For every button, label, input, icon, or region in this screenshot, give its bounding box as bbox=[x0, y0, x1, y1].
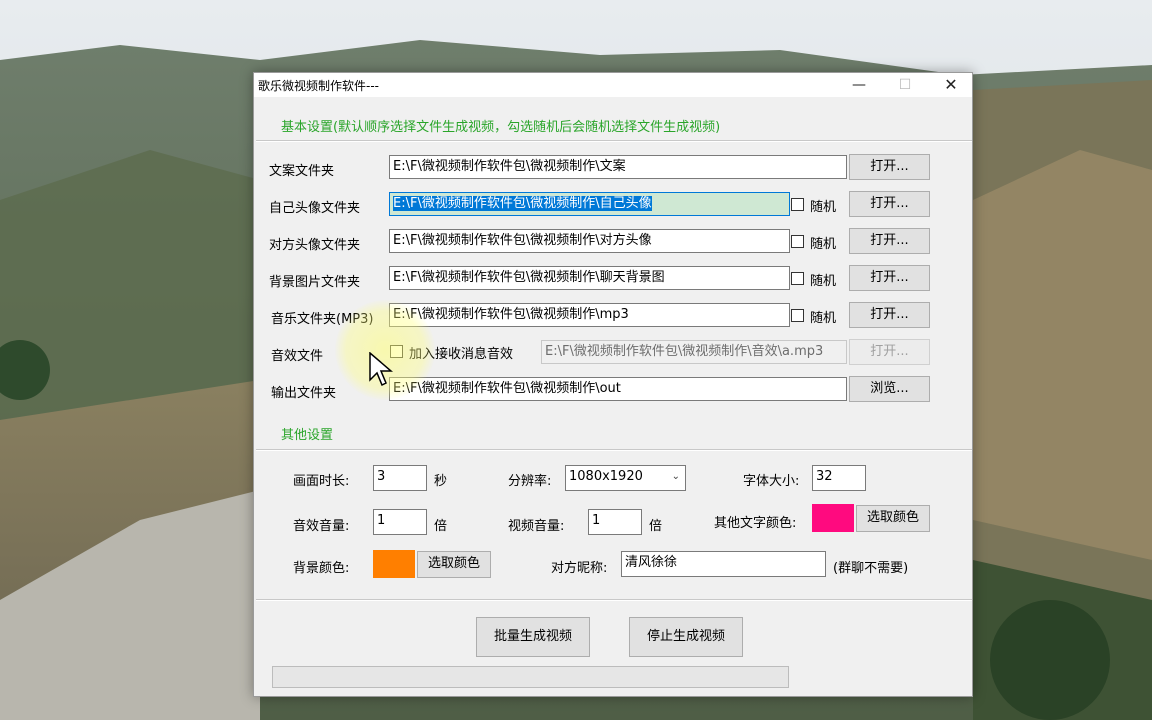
bg-image-open-button[interactable]: 打开... bbox=[849, 265, 930, 291]
peer-avatar-folder-input[interactable]: E:\F\微视频制作软件包\微视频制作\对方头像 bbox=[389, 229, 790, 253]
own-avatar-random-label: 随机 bbox=[810, 200, 837, 215]
add-receive-sfx-label: 加入接收消息音效 bbox=[409, 347, 514, 362]
peer-nickname-label: 对方昵称: bbox=[551, 561, 608, 576]
peer-nickname-input[interactable]: 清风徐徐 bbox=[621, 551, 826, 577]
sfx-volume-unit: 倍 bbox=[434, 519, 448, 534]
bg-image-random-label: 随机 bbox=[810, 274, 837, 289]
font-size-input[interactable]: 32 bbox=[812, 465, 866, 491]
progress-bar bbox=[272, 666, 789, 688]
music-folder-label: 音乐文件夹(MP3) bbox=[271, 312, 374, 327]
other-settings-header: 其他设置 bbox=[281, 428, 334, 443]
batch-generate-button[interactable]: 批量生成视频 bbox=[476, 617, 590, 657]
video-volume-input[interactable]: 1 bbox=[588, 509, 642, 535]
peer-avatar-random-checkbox[interactable] bbox=[791, 235, 804, 248]
video-volume-unit: 倍 bbox=[649, 519, 663, 534]
mouse-cursor-icon bbox=[369, 352, 393, 387]
copy-folder-input[interactable]: E:\F\微视频制作软件包\微视频制作\文案 bbox=[389, 155, 847, 179]
sfx-file-label: 音效文件 bbox=[271, 349, 324, 364]
divider bbox=[256, 599, 972, 601]
bg-color-swatch bbox=[373, 550, 415, 578]
music-folder-input[interactable]: E:\F\微视频制作软件包\微视频制作\mp3 bbox=[389, 303, 790, 327]
other-text-color-pick-button[interactable]: 选取颜色 bbox=[856, 505, 930, 532]
bg-image-random-checkbox[interactable] bbox=[791, 272, 804, 285]
output-folder-input[interactable]: E:\F\微视频制作软件包\微视频制作\out bbox=[389, 377, 847, 401]
bg-color-pick-button[interactable]: 选取颜色 bbox=[417, 551, 491, 578]
font-size-label: 字体大小: bbox=[743, 474, 800, 489]
sfx-volume-label: 音效音量: bbox=[293, 519, 350, 534]
duration-input[interactable]: 3 bbox=[373, 465, 427, 491]
stop-generate-button[interactable]: 停止生成视频 bbox=[629, 617, 743, 657]
maximize-button[interactable]: ☐ bbox=[882, 73, 928, 97]
output-folder-label: 输出文件夹 bbox=[271, 386, 337, 401]
bg-image-folder-input[interactable]: E:\F\微视频制作软件包\微视频制作\聊天背景图 bbox=[389, 266, 790, 290]
bg-image-folder-label: 背景图片文件夹 bbox=[269, 275, 361, 290]
sfx-file-input[interactable]: E:\F\微视频制作软件包\微视频制作\音效\a.mp3 bbox=[541, 340, 847, 364]
peer-avatar-random-label: 随机 bbox=[810, 237, 837, 252]
bg-color-label: 背景颜色: bbox=[293, 561, 350, 576]
divider bbox=[256, 449, 972, 451]
peer-nickname-note: (群聊不需要) bbox=[833, 561, 909, 576]
own-avatar-folder-label: 自己头像文件夹 bbox=[269, 201, 361, 216]
resolution-label: 分辨率: bbox=[508, 474, 552, 489]
own-avatar-open-button[interactable]: 打开... bbox=[849, 191, 930, 217]
output-browse-button[interactable]: 浏览... bbox=[849, 376, 930, 402]
divider bbox=[256, 140, 972, 142]
copy-folder-open-button[interactable]: 打开... bbox=[849, 154, 930, 180]
basic-settings-header: 基本设置(默认顺序选择文件生成视频，勾选随机后会随机选择文件生成视频) bbox=[281, 120, 721, 135]
close-button[interactable]: ✕ bbox=[928, 73, 974, 97]
title-bar[interactable]: 歌乐微视频制作软件--- — ☐ ✕ bbox=[254, 73, 972, 97]
peer-avatar-folder-label: 对方头像文件夹 bbox=[269, 238, 361, 253]
minimize-button[interactable]: — bbox=[836, 73, 882, 97]
app-window: 歌乐微视频制作软件--- — ☐ ✕ 基本设置(默认顺序选择文件生成视频，勾选随… bbox=[253, 72, 973, 697]
window-title: 歌乐微视频制作软件--- bbox=[258, 79, 379, 93]
duration-label: 画面时长: bbox=[293, 474, 350, 489]
peer-avatar-open-button[interactable]: 打开... bbox=[849, 228, 930, 254]
music-random-label: 随机 bbox=[810, 311, 837, 326]
selected-text: E:\F\微视频制作软件包\微视频制作\自己头像 bbox=[393, 196, 652, 211]
copy-folder-label: 文案文件夹 bbox=[269, 164, 335, 179]
sfx-open-button[interactable]: 打开... bbox=[849, 339, 930, 365]
other-text-color-swatch bbox=[812, 504, 854, 532]
own-avatar-folder-input[interactable]: E:\F\微视频制作软件包\微视频制作\自己头像 bbox=[389, 192, 790, 216]
resolution-select[interactable]: 1080x1920 ⌄ bbox=[565, 465, 686, 491]
sfx-volume-input[interactable]: 1 bbox=[373, 509, 427, 535]
music-open-button[interactable]: 打开... bbox=[849, 302, 930, 328]
duration-unit: 秒 bbox=[434, 474, 448, 489]
own-avatar-random-checkbox[interactable] bbox=[791, 198, 804, 211]
other-text-color-label: 其他文字颜色: bbox=[714, 516, 797, 531]
video-volume-label: 视频音量: bbox=[508, 519, 565, 534]
chevron-down-icon: ⌄ bbox=[671, 471, 680, 482]
music-random-checkbox[interactable] bbox=[791, 309, 804, 322]
resolution-value: 1080x1920 bbox=[569, 469, 643, 484]
